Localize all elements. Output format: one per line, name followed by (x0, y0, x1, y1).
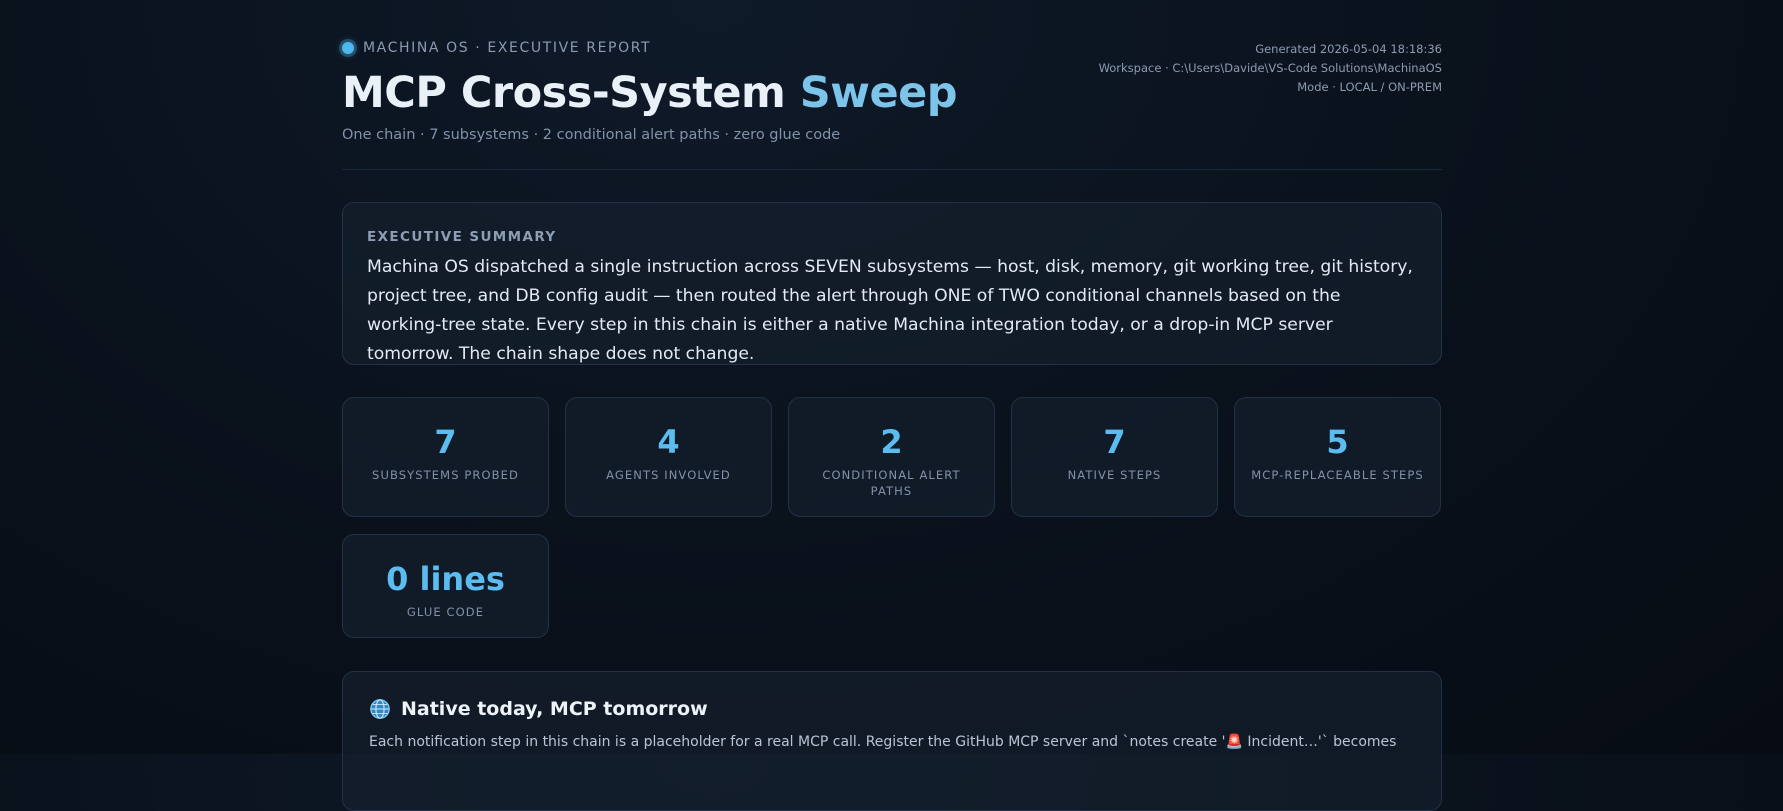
stat-value: 0 lines (386, 560, 505, 598)
stat-tile-agents: 4 AGENTS INVOLVED (565, 397, 772, 517)
stat-label: SUBSYSTEMS PROBED (372, 468, 519, 482)
stat-label: GLUE CODE (406, 605, 485, 619)
stat-value: 4 (657, 423, 680, 461)
page-subtitle: One chain · 7 subsystems · 2 conditional… (342, 127, 841, 143)
stat-label: AGENTS INVOLVED (606, 468, 731, 482)
stat-label: MCP-REPLACEABLE STEPS (1251, 468, 1424, 482)
report-header: MACHINA OS · EXECUTIVE REPORT MCP Cross-… (342, 0, 1442, 170)
native-heading: Native today, MCP tomorrow (369, 698, 1415, 720)
stat-tile-glue-code: 0 lines GLUE CODE (342, 534, 549, 638)
report-meta: Generated 2026-05-04 18:18:36 Workspace … (1099, 40, 1442, 97)
native-body: Each notification step in this chain is … (369, 734, 1397, 750)
stat-value: 7 (1103, 423, 1126, 461)
kicker-text: MACHINA OS · EXECUTIVE REPORT (363, 40, 652, 56)
stat-value: 7 (434, 423, 457, 461)
stat-tile-alert-paths: 2 CONDITIONAL ALERT PATHS (788, 397, 995, 517)
stat-label: NATIVE STEPS (1067, 468, 1162, 482)
summary-body: Machina OS dispatched a single instructi… (367, 257, 1413, 364)
generated-timestamp: Generated 2026-05-04 18:18:36 (1255, 42, 1442, 56)
report-kicker: MACHINA OS · EXECUTIVE REPORT (342, 40, 651, 56)
status-dot-icon (342, 42, 354, 54)
stat-value: 5 (1326, 423, 1349, 461)
summary-heading: EXECUTIVE SUMMARY (367, 229, 557, 245)
title-main: MCP Cross-System (342, 68, 786, 118)
stat-tile-mcp-steps: 5 MCP-REPLACEABLE STEPS (1234, 397, 1441, 517)
workspace-path: Workspace · C:\Users\Davide\VS-Code Solu… (1098, 61, 1442, 75)
stat-value: 2 (880, 423, 903, 461)
native-heading-text: Native today, MCP tomorrow (401, 698, 708, 720)
stat-tile-subsystems: 7 SUBSYSTEMS PROBED (342, 397, 549, 517)
report-page: MACHINA OS · EXECUTIVE REPORT MCP Cross-… (342, 0, 1442, 811)
run-mode: Mode · LOCAL / ON-PREM (1297, 80, 1442, 94)
title-accent: Sweep (799, 68, 958, 118)
stat-label: CONDITIONAL ALERT PATHS (822, 468, 961, 498)
native-mcp-card: Native today, MCP tomorrow Each notifica… (342, 671, 1442, 811)
page-title: MCP Cross-System Sweep (342, 68, 958, 118)
executive-summary-card: EXECUTIVE SUMMARY Machina OS dispatched … (342, 202, 1442, 365)
stat-tile-native-steps: 7 NATIVE STEPS (1011, 397, 1218, 517)
globe-icon (370, 699, 390, 719)
